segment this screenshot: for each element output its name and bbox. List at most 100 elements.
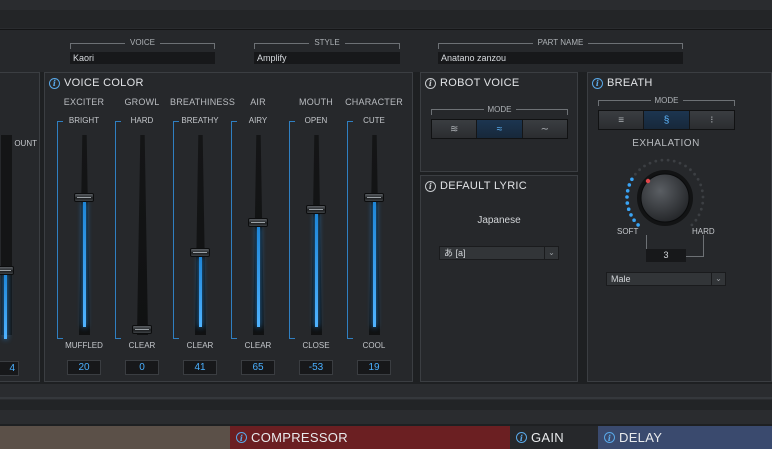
slider-bottom-label: CLOSE	[302, 341, 330, 350]
slider-thumb[interactable]	[132, 325, 152, 334]
slider-bottom-label: MUFFLED	[65, 341, 103, 350]
slider-value[interactable]: 19	[357, 360, 391, 375]
slider-range-line	[289, 121, 297, 339]
knob-scale-dot	[632, 218, 636, 222]
breath-mode-group: MODE ≡ § ⁝	[598, 96, 735, 136]
knob-scale-dot	[684, 164, 687, 168]
knob-scale-dot	[625, 195, 629, 199]
gain-label: GAIN	[531, 430, 564, 445]
header-zone	[0, 30, 772, 72]
fx-tab-left[interactable]	[0, 426, 230, 449]
breath-title: BREATH	[607, 77, 653, 89]
slider-thumb[interactable]	[74, 193, 94, 203]
knob-scale-dot	[699, 183, 703, 187]
knob-scale-dot	[696, 177, 700, 181]
info-icon[interactable]: i	[49, 77, 60, 89]
slider-fill	[83, 202, 86, 327]
robot-mode-buttons: ≋ ≈ ∼	[431, 119, 568, 139]
knob-scale-dot	[689, 168, 692, 172]
wind-icon: ≡	[618, 114, 625, 126]
info-icon[interactable]: i	[236, 432, 247, 443]
voice-color-title: VOICE COLOR	[64, 77, 144, 89]
style-value[interactable]: Amplify	[254, 52, 400, 64]
slider-value[interactable]: 65	[241, 360, 275, 375]
robot_voice-mode-button-2[interactable]: ≈	[477, 120, 523, 138]
slider-value[interactable]: 0	[125, 360, 159, 375]
knob-scale-dot	[627, 183, 632, 187]
left-partial-panel: OUNT 4	[0, 72, 40, 382]
knob-soft-label: SOFT	[617, 227, 639, 236]
breath-title-row: i BREATH	[592, 77, 653, 89]
slider-name: EXCITER	[63, 97, 105, 107]
slider-bottom-label: CLEAR	[128, 341, 156, 350]
gender-dropdown[interactable]: Male ⌄	[606, 272, 726, 286]
fx-tab-gain[interactable]: i GAIN	[510, 426, 598, 449]
slider-range-line	[115, 121, 123, 339]
breath-mode-caption: MODE	[650, 96, 683, 105]
slider-name: AIR	[250, 97, 266, 107]
left-partial-value[interactable]: 4	[0, 361, 19, 376]
knob-scale-dot	[625, 189, 630, 193]
left-partial-fill	[4, 273, 7, 339]
exhalation-value[interactable]: 3	[646, 249, 686, 262]
knob-scale-dot	[630, 177, 634, 182]
slider-name: MOUTH	[299, 97, 333, 107]
fx-tab-compressor[interactable]: i COMPRESSOR	[230, 426, 510, 449]
voice-caption: VOICE	[125, 38, 160, 47]
voice-value[interactable]: Kaori	[70, 52, 215, 64]
robot-mode-group: MODE ≋ ≈ ∼	[431, 105, 568, 145]
breath-mode-button-2[interactable]: §	[644, 111, 690, 129]
wind-dots-icon: ⁝	[710, 114, 714, 126]
slider-thumb[interactable]	[364, 193, 384, 203]
lyric-language: Japanese	[477, 215, 521, 226]
slider-bottom-label: CLEAR	[186, 341, 214, 350]
breath-mode-button-1[interactable]: ≡	[599, 111, 645, 129]
breath-mode-button-3[interactable]: ⁝	[689, 111, 734, 129]
knob-scale-dot	[700, 189, 704, 193]
knob-indicator	[645, 178, 651, 184]
wave-double-icon: ≈	[496, 123, 503, 135]
knob-scale-dot	[701, 195, 705, 199]
slider-thumb[interactable]	[190, 247, 210, 257]
robot_voice-mode-button-1[interactable]: ≋	[432, 120, 478, 138]
slider-thumb[interactable]	[248, 217, 268, 227]
slider-thumb[interactable]	[306, 204, 326, 214]
wave-stack-icon: ≋	[449, 123, 459, 135]
slider-fill	[373, 202, 376, 327]
wave-single-icon: ∼	[540, 123, 550, 135]
slider-value[interactable]: -53	[299, 360, 333, 375]
knob-scale-dot	[638, 168, 641, 172]
info-icon[interactable]: i	[604, 432, 615, 443]
bottom-strip	[0, 384, 772, 424]
breath-mode-buttons: ≡ § ⁝	[598, 110, 735, 130]
voice-color-title-row: i VOICE COLOR	[49, 77, 144, 89]
slider-fill	[257, 226, 260, 327]
default-lyric-title-row: i DEFAULT LYRIC	[425, 180, 527, 192]
slider-range-line	[231, 121, 239, 339]
knob-scale-dot	[699, 207, 703, 211]
knob-scale-dot	[626, 207, 631, 211]
info-icon[interactable]: i	[425, 77, 436, 89]
slider-value[interactable]: 41	[183, 360, 217, 375]
slider-bottom-label: COOL	[362, 341, 386, 350]
lyric-dropdown[interactable]: あ [a] ⌄	[439, 246, 559, 260]
robot_voice-mode-button-3[interactable]: ∼	[522, 120, 567, 138]
slider-fill	[315, 213, 318, 327]
style-caption: STYLE	[309, 38, 345, 47]
slider-value[interactable]: 20	[67, 360, 101, 375]
info-icon[interactable]: i	[592, 77, 603, 89]
info-icon[interactable]: i	[425, 180, 436, 192]
knob-scale-dot	[654, 159, 658, 163]
delay-label: DELAY	[619, 430, 663, 445]
slider-name: BREATHINESS	[170, 97, 236, 107]
part-name-value[interactable]: Anatano zanzou	[438, 52, 683, 64]
knob-scale-dot	[634, 172, 637, 176]
info-icon[interactable]: i	[516, 432, 527, 443]
compressor-label: COMPRESSOR	[251, 430, 348, 445]
fx-tab-delay[interactable]: i DELAY	[598, 426, 772, 449]
slider-range-line	[57, 121, 65, 339]
knob-scale-dot	[697, 213, 701, 217]
left-partial-thumb[interactable]	[0, 266, 14, 275]
left-partial-label: OUNT	[14, 139, 37, 148]
slider-bottom-label: CLEAR	[244, 341, 272, 350]
